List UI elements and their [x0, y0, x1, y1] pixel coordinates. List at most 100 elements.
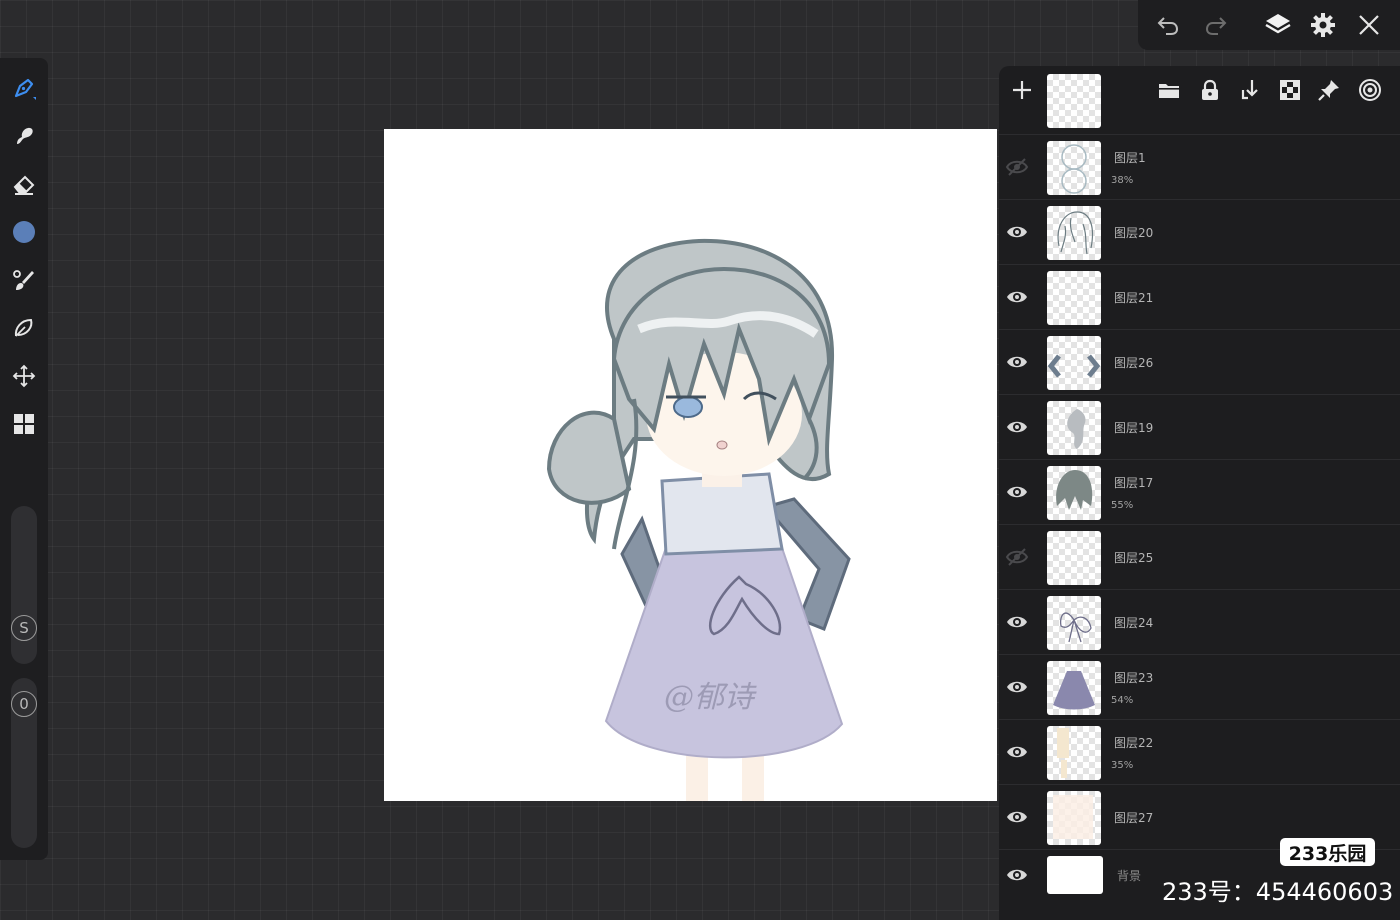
pen-icon	[14, 78, 36, 100]
layer-thumbnail	[1047, 466, 1101, 520]
stabilizer-tool-button[interactable]	[8, 264, 40, 296]
alpha-lock-icon	[1280, 80, 1300, 100]
layer-name: 图层24	[1114, 616, 1154, 630]
close-button[interactable]	[1354, 10, 1384, 40]
eye-icon[interactable]	[1005, 220, 1029, 244]
layer-thumbnail	[1047, 336, 1101, 390]
layer-thumbnail	[1047, 206, 1101, 260]
layer-thumbnail	[1047, 141, 1101, 195]
brush-tool-button[interactable]	[8, 72, 40, 104]
layer-thumbnail	[1047, 531, 1101, 585]
folder-button[interactable]	[1155, 76, 1183, 104]
eraser-tool-button[interactable]	[8, 168, 40, 200]
eye-icon[interactable]	[1005, 610, 1029, 634]
merge-down-button[interactable]	[1236, 76, 1264, 104]
undo-icon	[1157, 17, 1179, 35]
gallery-tool-button[interactable]	[8, 408, 40, 440]
layer-row[interactable]: 图层20	[999, 200, 1400, 265]
layer-row[interactable]: 图层17 55%	[999, 460, 1400, 525]
watermark-brand: 233乐园	[1280, 838, 1375, 866]
layer-opacity: 54%	[1111, 695, 1134, 706]
artwork-signature: @郁诗	[664, 680, 757, 715]
layer-row[interactable]: 图层23 54%	[999, 655, 1400, 720]
layer-row[interactable]: 图层25	[999, 525, 1400, 590]
layer-name: 图层21	[1114, 291, 1154, 305]
lasso-tool-button[interactable]	[8, 312, 40, 344]
watermark: 233乐园 233号：454460603	[1160, 838, 1393, 908]
settings-button[interactable]	[1308, 10, 1338, 40]
layer-row[interactable]: 图层26	[999, 330, 1400, 395]
top-action-bar	[1138, 0, 1400, 50]
lock-button[interactable]	[1196, 76, 1224, 104]
color-picker-button[interactable]	[8, 216, 40, 248]
pin-icon	[1318, 80, 1339, 101]
redo-button[interactable]	[1201, 10, 1231, 40]
close-icon	[1359, 15, 1379, 35]
eye-icon[interactable]	[1005, 415, 1029, 439]
target-icon	[1359, 79, 1381, 101]
merge-down-icon	[1241, 80, 1258, 100]
layer-name: 图层27	[1114, 811, 1154, 825]
layer-name: 图层25	[1114, 551, 1154, 565]
layer-row-partial[interactable]	[999, 74, 1400, 135]
layer-opacity: 55%	[1111, 500, 1134, 511]
eye-icon[interactable]	[1005, 740, 1029, 764]
layer-thumbnail	[1047, 596, 1101, 650]
folder-icon	[1159, 84, 1179, 98]
eye-icon[interactable]	[1005, 805, 1029, 829]
watermark-id: 233号：454460603	[1162, 878, 1394, 906]
layer-thumbnail	[1047, 856, 1103, 894]
lasso-icon	[14, 318, 33, 337]
target-button[interactable]	[1356, 76, 1384, 104]
eye-hidden-icon[interactable]	[1005, 155, 1029, 179]
layer-thumbnail	[1047, 661, 1101, 715]
layer-name: 图层1	[1114, 151, 1146, 165]
layer-name: 图层19	[1114, 421, 1154, 435]
layers-button[interactable]	[1263, 10, 1293, 40]
alpha-lock-button[interactable]	[1276, 76, 1304, 104]
layer-thumbnail	[1047, 271, 1101, 325]
layer-name: 图层26	[1114, 356, 1154, 370]
eraser-icon	[13, 175, 35, 195]
layer-name: 图层17	[1114, 476, 1154, 490]
layer-row[interactable]: 图层1 38%	[999, 135, 1400, 200]
settings-icon	[1311, 13, 1335, 37]
move-arrows-icon	[12, 364, 36, 388]
layer-name: 背景	[1117, 869, 1142, 883]
layer-row[interactable]: 图层19	[999, 395, 1400, 460]
layer-row[interactable]: 图层22 35%	[999, 720, 1400, 785]
layer-opacity: 35%	[1111, 760, 1134, 771]
add-layer-button[interactable]	[1008, 76, 1036, 104]
color-swatch-icon	[13, 221, 35, 243]
eye-hidden-icon[interactable]	[1005, 545, 1029, 569]
layer-thumbnail	[1047, 791, 1101, 845]
layer-thumbnail	[1047, 726, 1101, 780]
layer-row[interactable]: 图层21	[999, 265, 1400, 330]
brush-opacity-label: 0	[11, 691, 37, 717]
eye-icon[interactable]	[1005, 350, 1029, 374]
layer-thumbnail	[1047, 401, 1101, 455]
drawing-canvas[interactable]: @郁诗	[384, 129, 997, 801]
layers-panel: 图层1 38% 图层20 图层21 图层26 图层19 图层17 55% 图层2…	[999, 66, 1400, 920]
lock-icon	[1202, 79, 1218, 100]
layer-name: 图层22	[1114, 736, 1154, 750]
smudge-tool-button[interactable]	[8, 120, 40, 152]
transform-tool-button[interactable]	[8, 360, 40, 392]
grid-icon	[14, 414, 34, 434]
add-layer-icon	[1013, 81, 1031, 99]
eye-icon[interactable]	[1005, 285, 1029, 309]
undo-button[interactable]	[1153, 10, 1183, 40]
layer-name: 图层23	[1114, 671, 1154, 685]
left-toolbar: S 0	[0, 58, 48, 860]
layer-row[interactable]: 图层24	[999, 590, 1400, 655]
brush-size-label: S	[11, 615, 37, 641]
layer-name: 图层20	[1114, 226, 1154, 240]
layers-icon	[1265, 14, 1291, 34]
smudge-icon	[17, 127, 33, 144]
eye-icon[interactable]	[1005, 675, 1029, 699]
eye-icon[interactable]	[1005, 480, 1029, 504]
artwork-chibi-girl: @郁诗	[546, 238, 851, 801]
eye-icon[interactable]	[1005, 863, 1029, 887]
layer-opacity: 38%	[1111, 175, 1134, 186]
pin-button[interactable]	[1315, 76, 1343, 104]
